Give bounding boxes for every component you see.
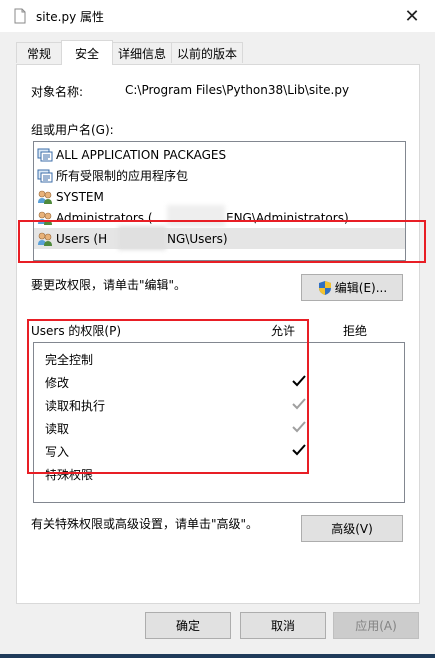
allow-column-header: 允许: [271, 324, 296, 338]
list-item: 特殊权限: [45, 468, 94, 482]
list-item: 修改: [45, 371, 400, 393]
list-item: 完全控制: [45, 353, 94, 367]
close-button[interactable]: ✕: [389, 0, 435, 32]
advanced-hint: 有关特殊权限或高级设置，请单击"高级"。: [31, 517, 259, 531]
window-title: site.py 属性: [36, 10, 105, 24]
cancel-button[interactable]: 取消: [240, 612, 326, 639]
security-tab-panel: 对象名称: C:\Program Files\Python38\Lib\site…: [16, 64, 420, 604]
taskbar-edge: [0, 654, 435, 658]
permissions-header: Users 的权限(P): [31, 324, 122, 338]
groups-listbox[interactable]: ALL APPLICATION PACKAGES 所有受限制的应用程序包 SYS…: [33, 141, 406, 261]
change-permissions-hint: 要更改权限，请单击"编辑"。: [31, 278, 187, 292]
object-name-value: C:\Program Files\Python38\Lib\site.py: [125, 83, 350, 97]
user-group-icon: [38, 211, 52, 225]
deny-column-header: 拒绝: [343, 324, 368, 338]
redacted-text: [167, 205, 225, 227]
advanced-button[interactable]: 高级(V): [301, 515, 403, 542]
properties-window: site.py 属性 ✕ 常规 安全 详细信息 以前的版本 对象名称: C:\P…: [0, 0, 435, 658]
tab-general[interactable]: 常规: [16, 42, 62, 63]
list-item-restricted-app-packages[interactable]: 所有受限制的应用程序包: [34, 165, 405, 186]
tab-security[interactable]: 安全: [61, 40, 113, 65]
tab-previous-versions[interactable]: 以前的版本: [171, 42, 243, 63]
object-name-label: 对象名称:: [31, 85, 84, 99]
ok-button[interactable]: 确定: [145, 612, 231, 639]
checkmark-disabled-icon: [292, 398, 306, 410]
list-item: 写入: [45, 440, 400, 462]
package-group-icon: [37, 148, 53, 161]
list-item: 读取: [45, 417, 400, 439]
checkmark-icon: [292, 444, 306, 456]
package-group-icon: [37, 169, 53, 182]
tab-details[interactable]: 详细信息: [112, 42, 172, 63]
apply-button[interactable]: 应用(A): [333, 612, 419, 639]
title-bar: site.py 属性 ✕: [0, 0, 435, 32]
permissions-list: 完全控制 修改 读取和执行 读取 写入 特殊权限: [33, 342, 405, 503]
user-group-icon: [38, 190, 52, 204]
checkmark-disabled-icon: [292, 421, 306, 433]
list-item-users[interactable]: Users (H NG\Users): [34, 228, 405, 249]
user-group-icon: [38, 232, 52, 246]
redacted-text: [118, 226, 166, 250]
checkmark-icon: [292, 375, 306, 387]
uac-shield-icon: [318, 280, 331, 295]
edit-button[interactable]: 编辑(E)...: [301, 274, 403, 301]
list-item: 读取和执行: [45, 394, 400, 416]
list-item-system[interactable]: SYSTEM: [34, 186, 405, 207]
list-item-all-app-packages[interactable]: ALL APPLICATION PACKAGES: [34, 144, 405, 165]
file-icon: [14, 8, 26, 24]
close-icon: ✕: [404, 5, 420, 27]
groups-label: 组或用户名(G):: [31, 123, 114, 137]
